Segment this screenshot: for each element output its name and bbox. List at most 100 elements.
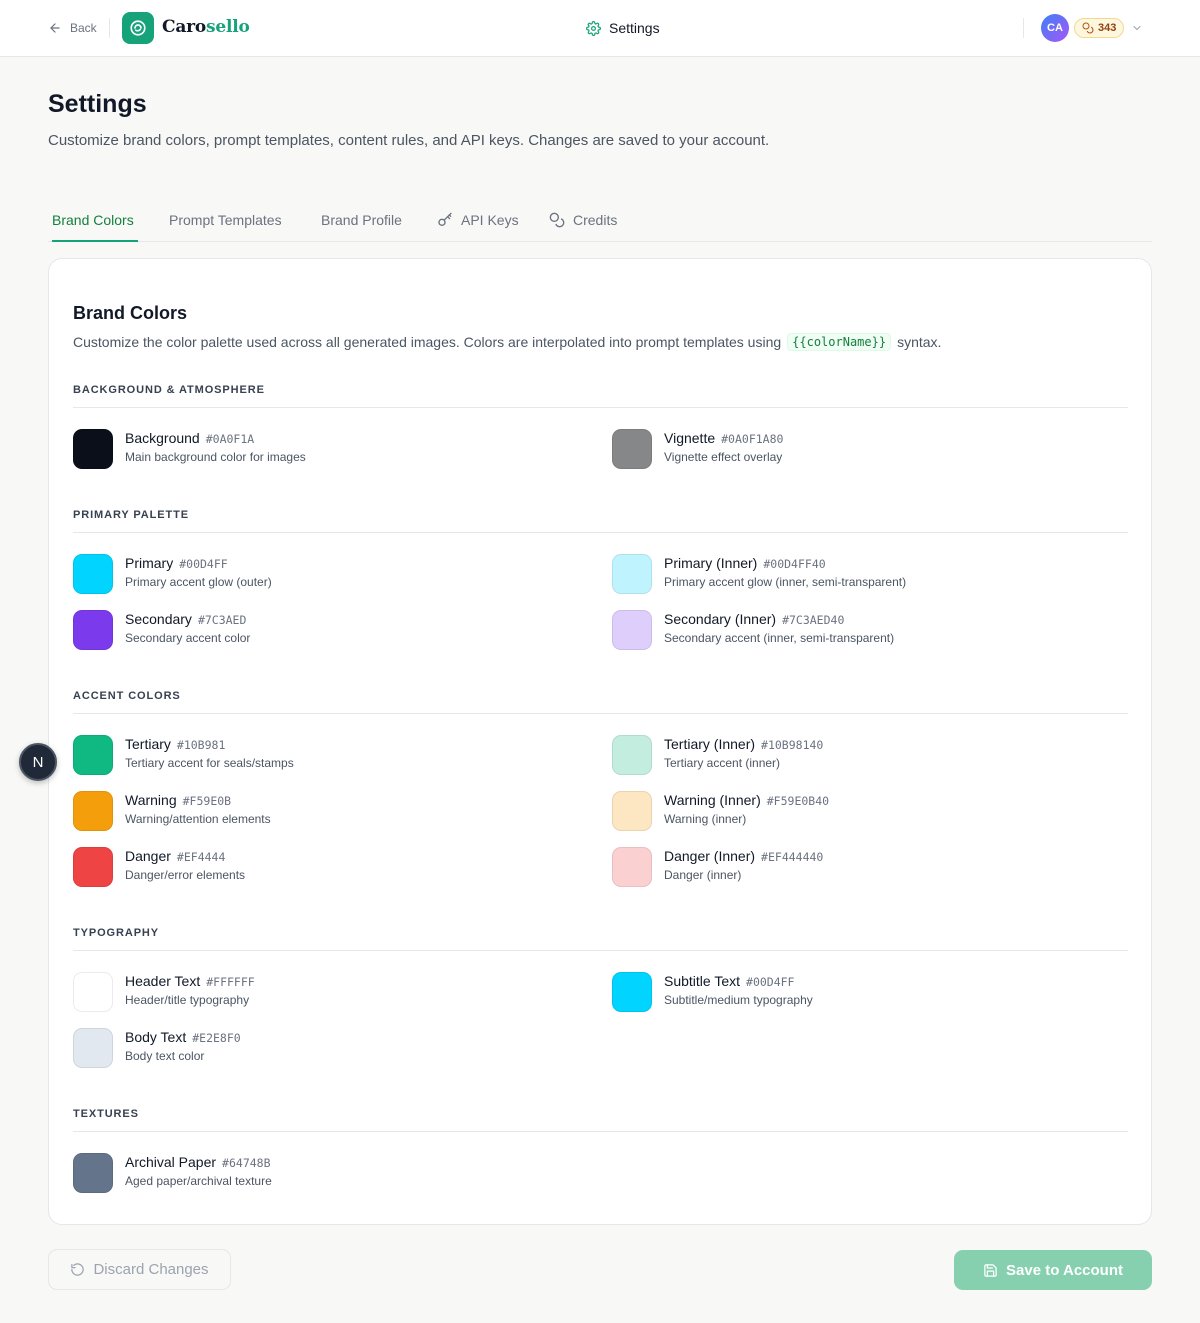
color-item-tertiary-inner[interactable]: Tertiary (Inner) #10B98140 Tertiary accen… xyxy=(612,734,1082,776)
brand-name-part: Caro xyxy=(162,17,207,37)
section-divider xyxy=(73,532,1128,533)
color-item-warning-inner[interactable]: Warning (Inner) #F59E0B40 Warning (inner) xyxy=(612,790,1082,832)
color-name: Body Text #E2E8F0 xyxy=(125,1029,241,1045)
color-name: Tertiary #10B981 xyxy=(125,736,226,752)
tab-credits[interactable]: Credits xyxy=(549,198,617,241)
color-hex: #0A0F1A xyxy=(205,432,255,446)
color-swatch[interactable] xyxy=(612,847,652,887)
save-icon xyxy=(984,1263,997,1277)
color-hex: #EF4444 xyxy=(176,850,226,864)
color-item-warning[interactable]: Warning #F59E0B Warning/attention element… xyxy=(73,790,543,832)
color-swatch[interactable] xyxy=(73,554,113,594)
save-label: Save to Account xyxy=(1006,1261,1123,1279)
color-item-secondary-inner[interactable]: Secondary (Inner) #7C3AED40 Secondary acc… xyxy=(612,609,1082,651)
color-description: Secondary accent (inner, semi-transparen… xyxy=(664,631,895,645)
color-hex: #E2E8F0 xyxy=(192,1031,241,1045)
card-description: Customize the color palette used across … xyxy=(73,333,941,351)
section-divider xyxy=(73,713,1128,714)
page-title: Settings xyxy=(48,90,147,118)
color-hex: #EF444440 xyxy=(761,850,824,864)
divider xyxy=(109,18,110,38)
tab-label: Credits xyxy=(573,211,618,228)
tab-api-keys[interactable]: API Keys xyxy=(437,198,519,241)
card-desc-text: Customize the color palette used across … xyxy=(73,334,782,350)
color-hex: #7C3AED xyxy=(197,613,247,627)
top-center-title: Settings xyxy=(586,18,660,38)
color-hex: #FFFFFF xyxy=(206,975,255,989)
carosello-logo-icon[interactable] xyxy=(122,12,154,44)
save-to-account-button[interactable]: Save to Account xyxy=(954,1250,1152,1290)
color-description: Warning (inner) xyxy=(664,812,747,826)
section-divider xyxy=(73,1131,1128,1132)
section-label-background: BACKGROUND & ATMOSPHERE xyxy=(73,384,265,396)
chevron-down-icon[interactable] xyxy=(1131,22,1143,34)
card-desc-text: syntax. xyxy=(897,334,942,350)
color-swatch[interactable] xyxy=(73,972,113,1012)
brand-name[interactable]: Carosello xyxy=(162,17,250,37)
credits-count: 343 xyxy=(1098,22,1117,34)
arrow-left-icon xyxy=(50,23,60,33)
color-item-secondary[interactable]: Secondary #7C3AED Secondary accent color xyxy=(73,609,543,651)
color-description: Vignette effect overlay xyxy=(664,450,783,464)
color-item-danger-inner[interactable]: Danger (Inner) #EF444440 Danger (inner) xyxy=(612,846,1082,888)
color-swatch[interactable] xyxy=(612,554,652,594)
color-description: Header/title typography xyxy=(125,993,250,1007)
credits-badge[interactable]: 343 xyxy=(1074,18,1125,38)
color-swatch[interactable] xyxy=(73,610,113,650)
back-button[interactable]: Back xyxy=(48,18,97,38)
color-description: Aged paper/archival texture xyxy=(125,1174,272,1188)
code-snippet: {{colorName}} xyxy=(787,333,892,351)
color-name: Primary (Inner) #00D4FF40 xyxy=(664,555,826,571)
section-divider xyxy=(73,950,1128,951)
color-item-danger[interactable]: Danger #EF4444 Danger/error elements xyxy=(73,846,543,888)
color-swatch[interactable] xyxy=(612,610,652,650)
color-swatch[interactable] xyxy=(73,1153,113,1193)
discard-changes-button[interactable]: Discard Changes xyxy=(48,1249,231,1290)
color-swatch[interactable] xyxy=(73,847,113,887)
card-title: Brand Colors xyxy=(73,303,188,323)
tab-prompt-templates[interactable]: Prompt Templates xyxy=(169,198,282,241)
avatar[interactable]: CA xyxy=(1041,14,1069,42)
color-item-primary-inner[interactable]: Primary (Inner) #00D4FF40 Primary accent … xyxy=(612,553,1082,595)
top-title: Settings xyxy=(609,20,660,36)
color-swatch[interactable] xyxy=(73,791,113,831)
color-description: Main background color for images xyxy=(125,450,306,464)
color-swatch[interactable] xyxy=(612,735,652,775)
color-name: Warning (Inner) #F59E0B40 xyxy=(664,792,830,808)
color-description: Tertiary accent (inner) xyxy=(664,756,781,770)
color-item-subtitle-text[interactable]: Subtitle Text #00D4FF Subtitle/medium typ… xyxy=(612,971,1082,1013)
color-description: Subtitle/medium typography xyxy=(664,993,813,1007)
color-swatch[interactable] xyxy=(73,735,113,775)
color-name: Tertiary (Inner) #10B98140 xyxy=(664,736,824,752)
color-item-background[interactable]: Background #0A0F1A Main background color … xyxy=(73,428,543,470)
color-hex: #F59E0B40 xyxy=(766,794,830,808)
color-description: Secondary accent color xyxy=(125,631,251,645)
color-hex: #00D4FF40 xyxy=(763,557,826,571)
color-item-primary[interactable]: Primary #00D4FF Primary accent glow (oute… xyxy=(73,553,543,595)
color-swatch[interactable] xyxy=(612,429,652,469)
color-name: Header Text #FFFFFF xyxy=(125,973,255,989)
color-swatch[interactable] xyxy=(612,972,652,1012)
tab-brand-profile[interactable]: Brand Profile xyxy=(321,198,402,241)
color-swatch[interactable] xyxy=(73,429,113,469)
color-hex: #00D4FF xyxy=(746,975,795,989)
brand-name-accent: sello xyxy=(206,17,250,37)
color-hex: #7C3AED40 xyxy=(782,613,845,627)
color-swatch[interactable] xyxy=(73,1028,113,1068)
coins-icon xyxy=(549,212,565,227)
color-hex: #00D4FF xyxy=(179,557,228,571)
color-name: Archival Paper #64748B xyxy=(125,1154,271,1170)
top-bar: Back Carosello Settings CA 343 xyxy=(0,0,1200,57)
color-swatch[interactable] xyxy=(612,791,652,831)
color-item-tertiary[interactable]: Tertiary #10B981 Tertiary accent for seal… xyxy=(73,734,543,776)
color-hex: #0A0F1A80 xyxy=(721,432,784,446)
floating-dev-button[interactable]: N xyxy=(19,743,57,781)
section-label-accent: ACCENT COLORS xyxy=(73,690,181,702)
color-item-archival-paper[interactable]: Archival Paper #64748B Aged paper/archiva… xyxy=(73,1152,543,1194)
settings-tabs: Brand Colors Prompt Templates Brand Prof… xyxy=(48,198,1152,242)
color-item-vignette[interactable]: Vignette #0A0F1A80 Vignette effect overla… xyxy=(612,428,1082,470)
color-item-body-text[interactable]: Body Text #E2E8F0 Body text color xyxy=(73,1027,543,1069)
color-item-header-text[interactable]: Header Text #FFFFFF Header/title typograp… xyxy=(73,971,543,1013)
color-description: Primary accent glow (outer) xyxy=(125,575,272,589)
tab-brand-colors[interactable]: Brand Colors xyxy=(52,198,138,242)
